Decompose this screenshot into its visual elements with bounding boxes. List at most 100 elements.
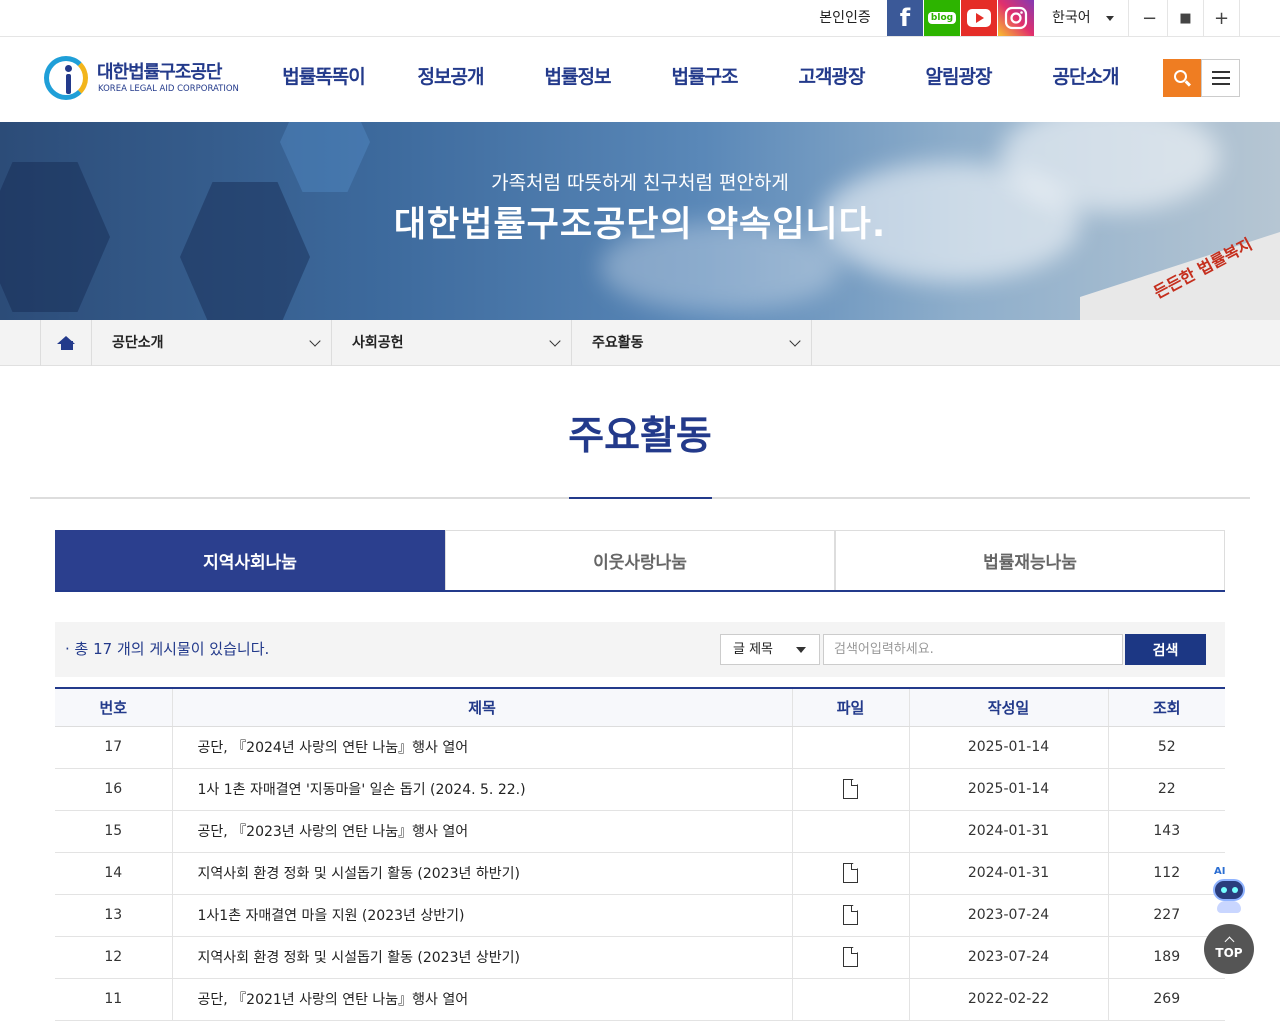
row-number: 14 [55,852,173,895]
ai-label: AI [1214,866,1226,877]
site-header: 대한법률구조공단 KOREA LEGAL AID CORPORATION 법률똑… [0,37,1280,122]
row-date: 2025-01-14 [909,726,1109,769]
logo-text-korean: 대한법률구조공단 [97,62,222,83]
row-title-link[interactable]: 공단, 『2024년 사랑의 연탄 나눔』행사 열어 [172,726,793,769]
robot-icon [1213,879,1245,901]
nav-item-about[interactable]: 공단소개 [1022,37,1149,122]
language-select[interactable]: 한국어 [1041,0,1129,36]
row-date: 2022-02-22 [909,978,1109,1021]
breadcrumb-level3[interactable]: 주요활동 [572,320,812,366]
tab-community-sharing[interactable]: 지역사회나눔 [55,530,445,590]
home-icon[interactable] [40,320,92,366]
breadcrumb-level3-label: 주요활동 [592,335,644,351]
row-date: 2023-07-24 [909,894,1109,937]
breadcrumb: 공단소개 사회공헌 주요활동 [0,320,1280,366]
file-attachment-icon[interactable] [843,863,858,883]
main-navigation: 법률똑똑이 정보공개 법률정보 법률구조 고객광장 알림광장 공단소개 [260,37,1149,122]
row-number: 15 [55,810,173,853]
column-header-number: 번호 [55,688,173,727]
row-number: 17 [55,726,173,769]
facebook-icon[interactable]: f [887,0,923,36]
nav-item-legal-aid[interactable]: 법률구조 [641,37,768,122]
post-count: · 총 17 개의 게시물이 있습니다. [65,640,270,658]
row-views: 269 [1108,978,1225,1021]
hamburger-menu-button[interactable] [1201,59,1240,97]
page-title: 주요활동 [568,414,712,459]
row-views: 22 [1108,768,1225,811]
tab-neighbor-love[interactable]: 이웃사랑나눔 [445,530,835,590]
logo-mark-icon [44,56,88,100]
chevron-up-icon [1224,936,1234,947]
breadcrumb-level2-label: 사회공헌 [352,335,404,351]
row-file [792,726,910,769]
tab-legal-talent[interactable]: 법률재능나눔 [835,530,1225,590]
row-number: 16 [55,768,173,811]
banner-subtitle: 가족처럼 따뜻하게 친구처럼 편안하게 [491,172,789,194]
nav-item-notice-plaza[interactable]: 알림광장 [895,37,1022,122]
banner-title: 대한법률구조공단의 약속입니다. [393,205,887,245]
blog-label: blog [927,12,957,24]
board-search-bar: · 총 17 개의 게시물이 있습니다. 글 제목 검색 [55,622,1225,677]
row-number: 12 [55,936,173,979]
search-field-selected: 글 제목 [733,642,774,657]
search-input[interactable] [823,634,1123,665]
row-file[interactable] [792,852,910,895]
table-row: 11 공단, 『2021년 사랑의 연탄 나눔』행사 열어 2022-02-22 26… [55,978,1225,1021]
zoom-out-button[interactable]: − [1132,0,1168,36]
caret-down-icon [796,647,806,653]
row-date: 2024-01-31 [909,852,1109,895]
search-button[interactable] [1163,59,1201,97]
row-title-link[interactable]: 지역사회 환경 정화 및 시설돕기 활동 (2023년 하반기) [172,852,793,895]
row-title-link[interactable]: 공단, 『2021년 사랑의 연탄 나눔』행사 열어 [172,978,793,1021]
breadcrumb-level1[interactable]: 공단소개 [92,320,332,366]
row-date: 2024-01-31 [909,810,1109,853]
logo-text-english: KOREA LEGAL AID CORPORATION [98,84,239,94]
ai-chatbot-button[interactable]: AI [1208,866,1250,916]
blog-icon[interactable]: blog [924,0,960,36]
instagram-icon[interactable] [998,0,1034,36]
nav-item-legal-info[interactable]: 법률정보 [514,37,641,122]
row-file[interactable] [792,768,910,811]
table-row: 12 지역사회 환경 정화 및 시설돕기 활동 (2023년 상반기) 2023-0… [55,936,1225,979]
identity-verification-link[interactable]: 본인인증 [805,0,885,36]
top-label: TOP [1215,946,1243,960]
row-views: 52 [1108,726,1225,769]
row-file[interactable] [792,894,910,937]
scroll-top-button[interactable]: TOP [1204,924,1254,974]
row-file[interactable] [792,936,910,979]
breadcrumb-level2[interactable]: 사회공헌 [332,320,572,366]
row-title-link[interactable]: 공단, 『2023년 사랑의 연탄 나눔』행사 열어 [172,810,793,853]
chevron-down-icon [309,335,321,347]
search-submit-button[interactable]: 검색 [1125,634,1206,665]
nav-item-info-disclosure[interactable]: 정보공개 [387,37,514,122]
file-attachment-icon[interactable] [843,947,858,967]
language-label: 한국어 [1052,10,1091,26]
board-table: 번호 제목 파일 작성일 조회 17 공단, 『2024년 사랑의 연탄 나눔』행… [55,687,1225,1021]
chevron-down-icon [549,335,561,347]
category-tabs: 지역사회나눔 이웃사랑나눔 법률재능나눔 [55,530,1225,592]
row-date: 2025-01-14 [909,768,1109,811]
row-file [792,810,910,853]
nav-item-legal-smart[interactable]: 법률똑똑이 [260,37,387,122]
table-row: 13 1사1촌 자매결연 마을 지원 (2023년 상반기) 2023-07-24 2… [55,894,1225,937]
file-attachment-icon[interactable] [843,905,858,925]
table-row: 17 공단, 『2024년 사랑의 연탄 나눔』행사 열어 2025-01-14 52 [55,726,1225,769]
site-logo[interactable]: 대한법률구조공단 KOREA LEGAL AID CORPORATION [44,54,244,104]
file-attachment-icon[interactable] [843,779,858,799]
search-icon [1173,69,1187,83]
caret-down-icon [1106,16,1114,21]
zoom-in-button[interactable]: + [1204,0,1240,36]
column-header-date: 작성일 [909,688,1109,727]
row-title-link[interactable]: 지역사회 환경 정화 및 시설돕기 활동 (2023년 상반기) [172,936,793,979]
youtube-icon[interactable] [961,0,997,36]
table-row: 16 1사 1촌 자매결연 '지동마을' 일손 돕기 (2024. 5. 22.)… [55,768,1225,811]
search-field-select[interactable]: 글 제목 [720,634,820,665]
nav-item-customer-plaza[interactable]: 고객광장 [768,37,895,122]
table-row: 14 지역사회 환경 정화 및 시설돕기 활동 (2023년 하반기) 2024-0… [55,852,1225,895]
zoom-reset-button[interactable]: ■ [1168,0,1204,36]
row-title-link[interactable]: 1사 1촌 자매결연 '지동마을' 일손 돕기 (2024. 5. 22.) [172,768,793,811]
row-number: 11 [55,978,173,1021]
row-title-link[interactable]: 1사1촌 자매결연 마을 지원 (2023년 상반기) [172,894,793,937]
row-number: 13 [55,894,173,937]
table-row: 15 공단, 『2023년 사랑의 연탄 나눔』행사 열어 2024-01-31 14… [55,810,1225,853]
